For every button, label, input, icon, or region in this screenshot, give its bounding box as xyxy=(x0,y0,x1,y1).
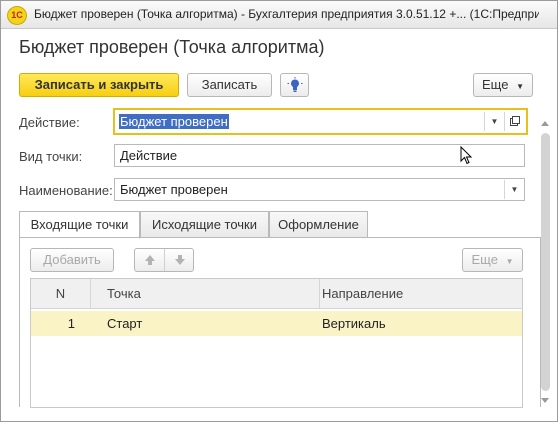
move-down-button[interactable] xyxy=(165,249,194,271)
save-button[interactable]: Записать xyxy=(187,73,272,97)
table-more-button[interactable]: Еще ▼ xyxy=(462,248,523,272)
column-header-direction[interactable]: Направление xyxy=(320,279,522,308)
scrollbar-thumb[interactable] xyxy=(541,133,550,391)
column-header-n[interactable]: N xyxy=(31,279,91,308)
name-field[interactable]: Бюджет проверен ▼ xyxy=(114,178,525,201)
move-buttons-group xyxy=(134,248,194,272)
more-menu-button[interactable]: Еще ▼ xyxy=(473,73,533,97)
row-point: Старт xyxy=(107,316,143,331)
tab-appearance[interactable]: Оформление xyxy=(269,211,368,238)
hint-button[interactable] xyxy=(280,73,309,97)
save-and-close-button[interactable]: Записать и закрыть xyxy=(19,73,179,97)
scroll-up-icon[interactable] xyxy=(541,121,549,126)
table-more-label: Еще xyxy=(471,252,498,267)
window-title: Бюджет проверен (Точка алгоритма) - Бухг… xyxy=(34,7,539,21)
tab-outgoing-points[interactable]: Исходящие точки xyxy=(140,211,269,238)
point-type-label: Вид точки: xyxy=(19,149,83,164)
name-field-value: Бюджет проверен xyxy=(120,182,228,197)
chevron-down-icon[interactable]: ▼ xyxy=(484,112,504,131)
table-row[interactable]: 1 Старт Вертикаль xyxy=(31,311,522,336)
chevron-down-icon[interactable]: ▼ xyxy=(504,180,524,199)
row-number: 1 xyxy=(67,316,75,331)
add-button[interactable]: Добавить xyxy=(30,248,114,272)
chevron-down-icon: ▼ xyxy=(505,257,514,266)
chevron-down-icon: ▼ xyxy=(516,82,524,91)
move-up-button[interactable] xyxy=(135,249,165,271)
arrow-down-icon xyxy=(174,255,185,265)
app-window: 1С Бюджет проверен (Точка алгоритма) - Б… xyxy=(0,0,558,422)
open-link-icon xyxy=(509,116,520,126)
mouse-cursor-icon xyxy=(460,146,473,165)
more-menu-label: Еще xyxy=(482,77,509,92)
action-label: Действие: xyxy=(19,115,80,130)
name-label: Наименование: xyxy=(19,183,113,198)
vertical-scrollbar[interactable] xyxy=(538,117,553,407)
page-title: Бюджет проверен (Точка алгоритма) xyxy=(19,37,325,57)
incoming-points-table: N Точка Направление 1 Старт Вертикаль xyxy=(30,278,523,408)
point-type-value: Действие xyxy=(120,148,178,163)
lightbulb-icon xyxy=(287,77,303,92)
action-field[interactable]: Бюджет проверен ▼ xyxy=(113,108,528,135)
arrow-up-icon xyxy=(144,255,155,265)
table-header: N Точка Направление xyxy=(31,279,522,309)
open-icon[interactable] xyxy=(504,112,524,131)
scroll-down-icon[interactable] xyxy=(541,398,549,403)
action-field-value: Бюджет проверен xyxy=(119,114,229,129)
column-header-point[interactable]: Точка xyxy=(91,279,320,308)
row-direction: Вертикаль xyxy=(322,316,386,331)
title-bar: 1С Бюджет проверен (Точка алгоритма) - Б… xyxy=(1,1,557,29)
app-logo-icon: 1С xyxy=(7,6,27,25)
tab-incoming-points[interactable]: Входящие точки xyxy=(19,211,140,239)
